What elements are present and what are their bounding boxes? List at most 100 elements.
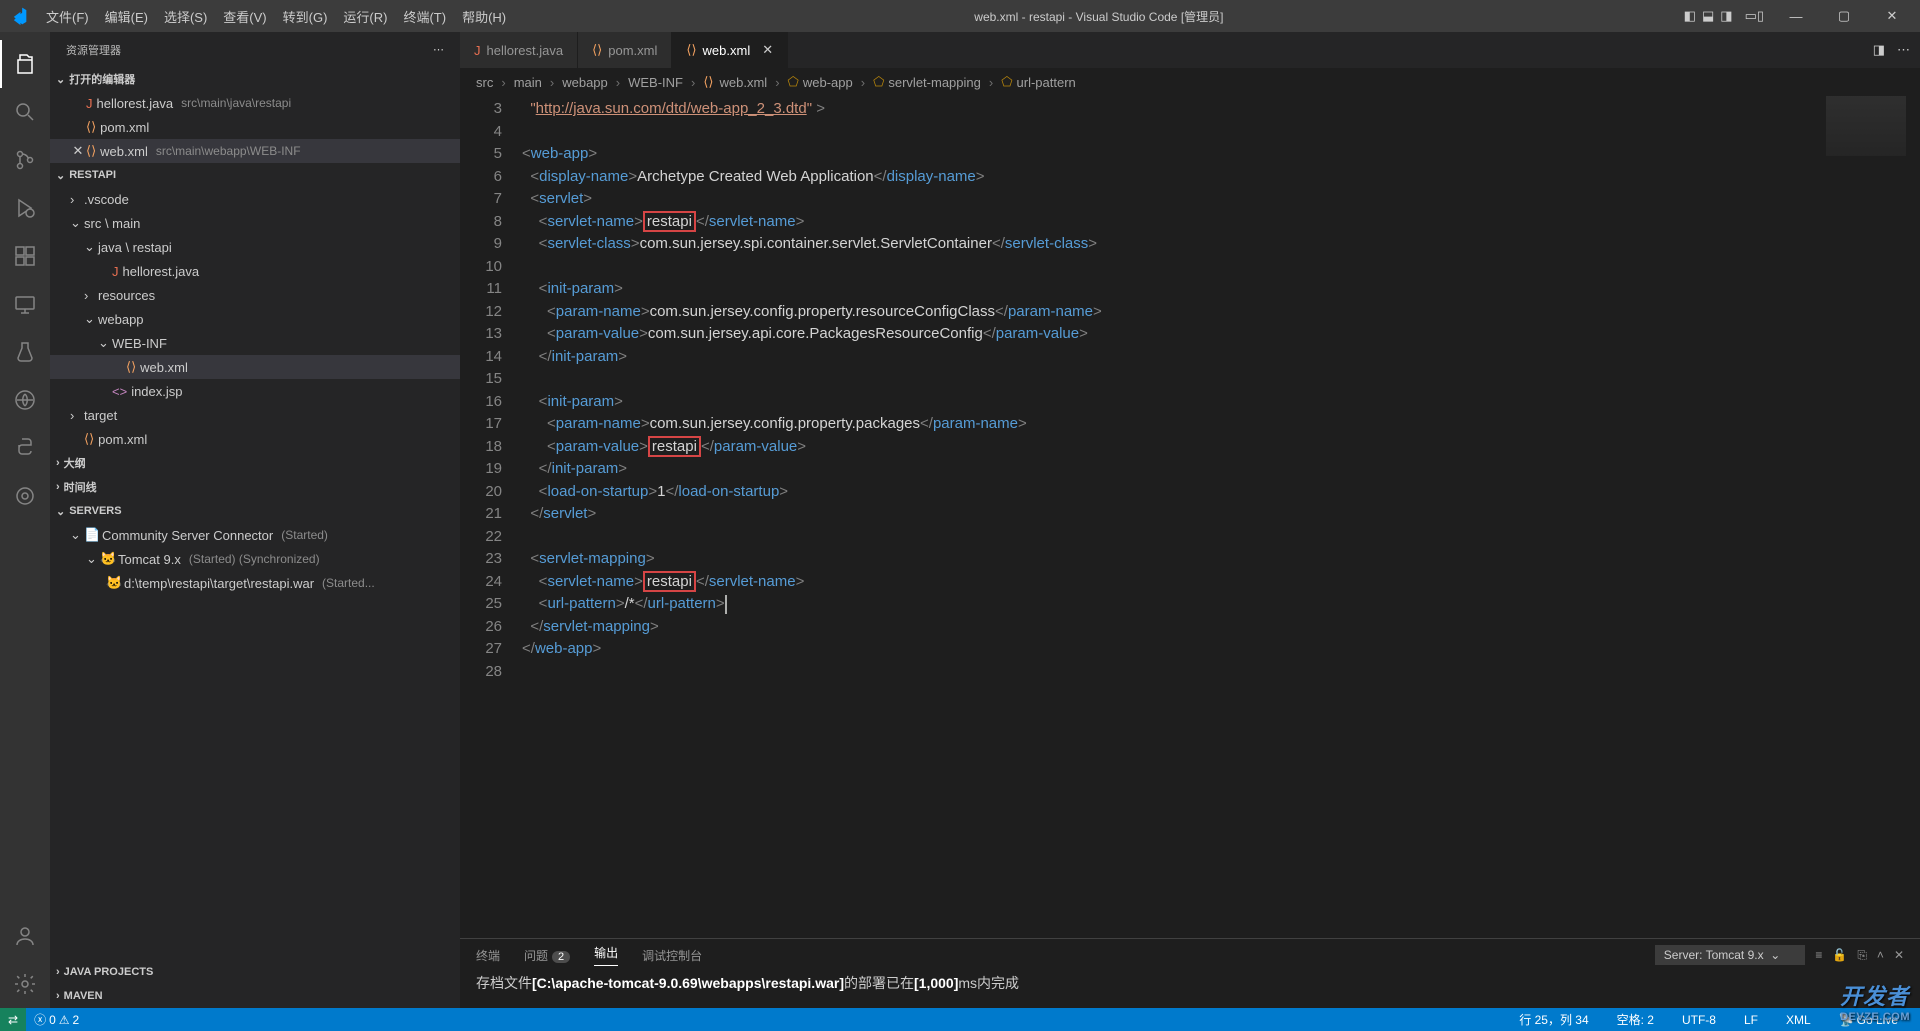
tree-item[interactable]: ›.vscode bbox=[50, 187, 460, 211]
activity-testing[interactable] bbox=[0, 328, 50, 376]
element-icon: ⬠ bbox=[1001, 74, 1012, 90]
tree-item[interactable]: <>index.jsp bbox=[50, 379, 460, 403]
close-panel-icon[interactable]: ✕ bbox=[1894, 948, 1904, 962]
close-window-button[interactable]: ✕ bbox=[1872, 8, 1912, 24]
menu-help[interactable]: 帮助(H) bbox=[454, 7, 514, 26]
open-editors-header[interactable]: ⌄打开的编辑器 bbox=[50, 67, 460, 91]
menu-go[interactable]: 转到(G) bbox=[275, 7, 336, 26]
file-icon: J bbox=[112, 264, 119, 279]
output-channel-dropdown[interactable]: Server: Tomcat 9.x ⌄ bbox=[1655, 945, 1806, 965]
tree-item[interactable]: ⌄java \ restapi bbox=[50, 235, 460, 259]
menu-file[interactable]: 文件(F) bbox=[38, 7, 97, 26]
open-editor-webxml[interactable]: ✕⟨⟩web.xmlsrc\main\webapp\WEB-INF bbox=[50, 139, 460, 163]
panel-tab-debug[interactable]: 调试控制台 bbox=[642, 947, 702, 964]
toggle-sidebar-icon[interactable]: ◧ bbox=[1684, 8, 1696, 24]
java-projects-header[interactable]: ›JAVA PROJECTS bbox=[50, 960, 460, 984]
output-content[interactable]: 存档文件[C:\apache-tomcat-9.0.69\webapps\res… bbox=[460, 971, 1920, 995]
activity-source-control[interactable] bbox=[0, 136, 50, 184]
activity-run-debug[interactable] bbox=[0, 184, 50, 232]
activity-servers[interactable] bbox=[0, 472, 50, 520]
clear-output-icon[interactable]: ⎘ bbox=[1857, 948, 1867, 963]
status-language[interactable]: XML bbox=[1786, 1011, 1811, 1028]
menu-view[interactable]: 查看(V) bbox=[215, 7, 274, 26]
activity-explorer[interactable] bbox=[0, 40, 50, 88]
activity-account[interactable] bbox=[0, 912, 50, 960]
server-tomcat[interactable]: ⌄🐱Tomcat 9.x(Started) (Synchronized) bbox=[50, 547, 460, 571]
error-icon: ⓧ bbox=[34, 1011, 46, 1028]
menu-edit[interactable]: 编辑(E) bbox=[97, 7, 156, 26]
activity-settings[interactable] bbox=[0, 960, 50, 1008]
activity-extensions[interactable] bbox=[0, 232, 50, 280]
server-csc[interactable]: ⌄📄Community Server Connector(Started) bbox=[50, 523, 460, 547]
titlebar: 文件(F) 编辑(E) 选择(S) 查看(V) 转到(G) 运行(R) 终端(T… bbox=[0, 0, 1920, 32]
xml-file-icon: ⟨⟩ bbox=[592, 42, 602, 58]
toggle-secondary-icon[interactable]: ◨ bbox=[1720, 8, 1732, 24]
tab-hellorest[interactable]: Jhellorest.java bbox=[460, 32, 578, 68]
tab-pom[interactable]: ⟨⟩pom.xml bbox=[578, 32, 672, 68]
servers-header[interactable]: ⌄SERVERS bbox=[50, 499, 460, 523]
tree-item[interactable]: ⌄webapp bbox=[50, 307, 460, 331]
open-editor-pom[interactable]: ⟨⟩pom.xml bbox=[50, 115, 460, 139]
close-icon[interactable]: ✕ bbox=[70, 143, 86, 159]
menu-selection[interactable]: 选择(S) bbox=[156, 7, 215, 26]
maven-header[interactable]: ›MAVEN bbox=[50, 984, 460, 1008]
line-numbers: 3456789101112131415161718192021222324252… bbox=[460, 96, 522, 938]
file-icon: ⟨⟩ bbox=[84, 431, 94, 447]
tab-webxml[interactable]: ⟨⟩web.xml✕ bbox=[672, 32, 788, 68]
lock-scroll-icon[interactable]: 🔓 bbox=[1832, 948, 1847, 962]
warning-icon: ⚠ bbox=[59, 1013, 70, 1027]
activity-search[interactable] bbox=[0, 88, 50, 136]
java-file-icon: J bbox=[474, 43, 481, 58]
xml-file-icon: ⟨⟩ bbox=[86, 143, 96, 159]
sidebar: 资源管理器 ⋯ ⌄打开的编辑器 Jhellorest.javasrc\main\… bbox=[50, 32, 460, 1008]
filter-icon[interactable]: ≡ bbox=[1815, 948, 1822, 962]
tree-item[interactable]: Jhellorest.java bbox=[50, 259, 460, 283]
menu-terminal[interactable]: 终端(T) bbox=[395, 7, 454, 26]
file-icon: ⟨⟩ bbox=[126, 359, 136, 375]
tree-item[interactable]: ›resources bbox=[50, 283, 460, 307]
menu-run[interactable]: 运行(R) bbox=[335, 7, 395, 26]
status-bar: ⇄ ⓧ0 ⚠2 行 25，列 34 空格: 2 UTF-8 LF XML 📡 G… bbox=[0, 1008, 1920, 1031]
outline-header[interactable]: ›大纲 bbox=[50, 451, 460, 475]
breadcrumb[interactable]: src› main› webapp› WEB-INF› ⟨⟩web.xml› ⬠… bbox=[460, 68, 1920, 96]
element-icon: ⬠ bbox=[873, 74, 884, 90]
status-encoding[interactable]: UTF-8 bbox=[1682, 1011, 1716, 1028]
split-editor-icon[interactable]: ◨ bbox=[1873, 42, 1885, 58]
code-content[interactable]: "http://java.sun.com/dtd/web-app_2_3.dtd… bbox=[522, 96, 1920, 938]
panel-tab-output[interactable]: 输出 bbox=[594, 944, 618, 966]
project-header[interactable]: ⌄RESTAPI bbox=[50, 163, 460, 187]
editor-tabs: Jhellorest.java ⟨⟩pom.xml ⟨⟩web.xml✕ ◨ ⋯ bbox=[460, 32, 1920, 68]
code-editor[interactable]: 3456789101112131415161718192021222324252… bbox=[460, 96, 1920, 938]
tree-item[interactable]: ⌄src \ main bbox=[50, 211, 460, 235]
close-tab-icon[interactable]: ✕ bbox=[762, 42, 773, 58]
maximize-button[interactable]: ▢ bbox=[1824, 8, 1864, 24]
tree-item[interactable]: ⌄WEB-INF bbox=[50, 331, 460, 355]
status-line-col[interactable]: 行 25，列 34 bbox=[1519, 1011, 1588, 1028]
tree-item[interactable]: ⟨⟩pom.xml bbox=[50, 427, 460, 451]
activity-remote[interactable] bbox=[0, 280, 50, 328]
sidebar-more-icon[interactable]: ⋯ bbox=[433, 43, 444, 56]
panel: 终端 问题2 输出 调试控制台 Server: Tomcat 9.x ⌄ ≡ 🔓… bbox=[460, 938, 1920, 1008]
file-icon: <> bbox=[112, 384, 127, 399]
xml-file-icon: ⟨⟩ bbox=[703, 74, 713, 90]
toggle-panel-icon[interactable]: ⬓ bbox=[1702, 8, 1714, 24]
minimap[interactable] bbox=[1826, 96, 1906, 156]
xml-file-icon: ⟨⟩ bbox=[86, 119, 96, 135]
more-actions-icon[interactable]: ⋯ bbox=[1897, 42, 1910, 58]
tree-item[interactable]: ›target bbox=[50, 403, 460, 427]
maximize-panel-icon[interactable]: ˄ bbox=[1877, 948, 1884, 962]
activity-github[interactable] bbox=[0, 376, 50, 424]
activity-python[interactable] bbox=[0, 424, 50, 472]
panel-tab-terminal[interactable]: 终端 bbox=[476, 947, 500, 964]
tree-item[interactable]: ⟨⟩web.xml bbox=[50, 355, 460, 379]
layout-customize-icon[interactable]: ▭▯ bbox=[1745, 8, 1764, 24]
status-eol[interactable]: LF bbox=[1744, 1011, 1758, 1028]
server-war[interactable]: 🐱d:\temp\restapi\target\restapi.war(Star… bbox=[50, 571, 460, 595]
remote-indicator[interactable]: ⇄ bbox=[0, 1008, 26, 1031]
timeline-header[interactable]: ›时间线 bbox=[50, 475, 460, 499]
open-editor-hellorest[interactable]: Jhellorest.javasrc\main\java\restapi bbox=[50, 91, 460, 115]
status-spaces[interactable]: 空格: 2 bbox=[1617, 1011, 1654, 1028]
minimize-button[interactable]: — bbox=[1776, 9, 1816, 24]
panel-tab-problems[interactable]: 问题2 bbox=[524, 947, 570, 964]
status-problems[interactable]: ⓧ0 ⚠2 bbox=[34, 1011, 79, 1028]
